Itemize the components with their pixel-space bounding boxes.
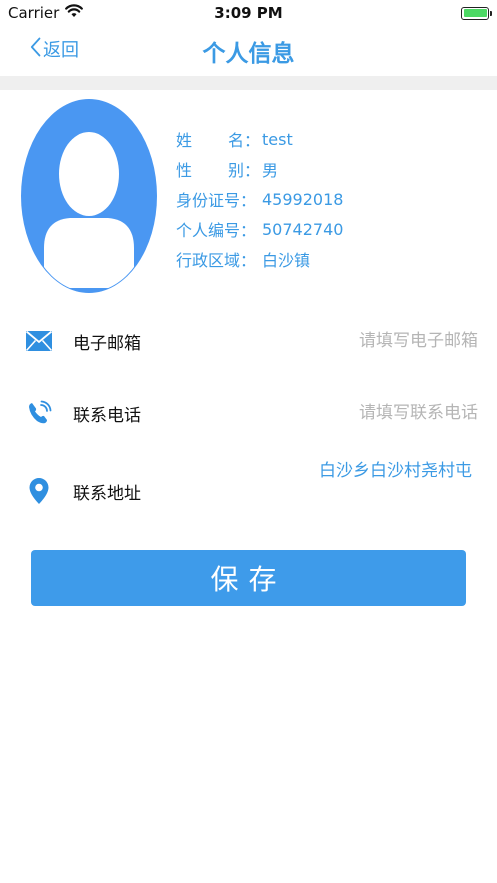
envelope-icon	[25, 327, 53, 355]
gender-value: 男	[262, 161, 279, 180]
name-value: test	[262, 129, 293, 149]
status-time: 3:09 PM	[214, 4, 283, 22]
avatar[interactable]	[20, 98, 158, 294]
id-number-value: 45992018	[262, 189, 344, 209]
email-input[interactable]	[258, 331, 478, 351]
profile-row-region: 行政区域： 白沙镇	[176, 244, 476, 274]
id-number-label: 身份证号：	[176, 191, 257, 210]
profile-row-personal-number: 个人编号： 50742740	[176, 214, 476, 244]
region-label: 行政区域：	[176, 251, 257, 270]
header-divider	[0, 76, 497, 90]
page-title: 个人信息	[202, 41, 295, 67]
personal-number-label: 个人编号：	[176, 221, 257, 240]
wifi-icon	[65, 4, 84, 22]
profile-info: 姓 名： test 性 别： 男 身份证号： 45992018 个人编号： 50…	[176, 124, 476, 274]
profile-row-name: 姓 名： test	[176, 124, 476, 154]
phone-input[interactable]	[258, 403, 478, 423]
battery-fill	[463, 9, 487, 17]
gender-label: 性 别：	[176, 161, 260, 180]
save-button[interactable]: 保存	[31, 550, 466, 606]
address-value[interactable]: 白沙乡白沙村尧村屯	[319, 456, 472, 481]
email-row: 电子邮箱	[0, 321, 497, 361]
phone-label: 联系电话	[73, 405, 141, 426]
battery-icon	[461, 6, 492, 20]
status-left: Carrier	[8, 4, 84, 22]
address-label: 联系地址	[73, 483, 141, 504]
nav-bar: 返回 个人信息	[0, 26, 497, 76]
profile-row-id-number: 身份证号： 45992018	[176, 184, 476, 214]
email-label: 电子邮箱	[73, 333, 141, 354]
personal-number-value: 50742740	[262, 219, 344, 239]
region-value: 白沙镇	[262, 251, 311, 270]
profile-row-gender: 性 别： 男	[176, 154, 476, 184]
phone-row: 联系电话	[0, 393, 497, 433]
carrier-label: Carrier	[8, 4, 60, 22]
status-bar: Carrier 3:09 PM	[0, 0, 497, 26]
location-pin-icon	[25, 477, 53, 505]
phone-icon	[25, 399, 53, 427]
name-label: 姓 名：	[176, 131, 260, 150]
